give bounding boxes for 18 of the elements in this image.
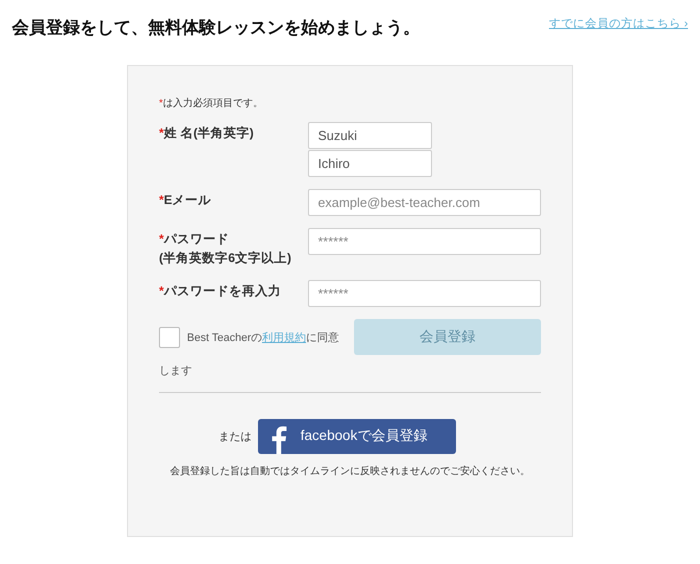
input-field[interactable]: ******: [308, 280, 541, 307]
input-field[interactable]: Suzuki: [308, 122, 432, 149]
required-note: *は入力必須項目です。: [159, 96, 264, 110]
agreement-text: Best Teacherの利用規約に同意: [187, 330, 340, 344]
privacy-note: 会員登録した旨は自動ではタイムラインに反映されませんのでご安心ください。: [169, 464, 531, 478]
facebook-icon: [270, 426, 286, 454]
or-text: または: [218, 430, 252, 444]
field-label: *パスワードを再入力: [159, 283, 282, 300]
field-label: *パスワード (半角英数字6文字以上): [159, 231, 292, 267]
input-field[interactable]: Ichiro: [308, 150, 432, 177]
input-field[interactable]: example@best-teacher.com: [308, 189, 541, 216]
agree-checkbox[interactable]: [159, 327, 180, 348]
input-field[interactable]: ******: [308, 228, 541, 255]
facebook-register-button[interactable]: facebookで会員登録: [258, 419, 456, 454]
agreement-text: します: [159, 364, 193, 378]
page-title: 会員登録をして、無料体験レッスンを始めましょう。: [12, 17, 420, 39]
field-label: *姓 名(半角英字): [159, 125, 255, 142]
field-label: *Eメール: [159, 192, 212, 209]
